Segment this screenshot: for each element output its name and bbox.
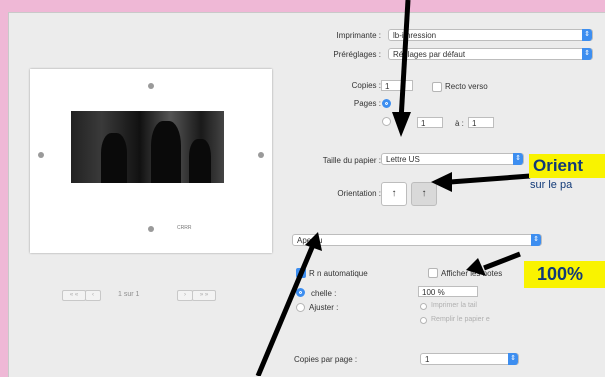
annotation-arrows [255, 0, 531, 376]
callout-orientation-sub: sur le pa [530, 179, 573, 191]
arrow-head-paper [392, 112, 411, 137]
callout-orientation: Orient [529, 154, 605, 178]
arrow-head-orientation [431, 172, 452, 192]
arrow-head-scale [466, 258, 486, 276]
callout-scale: 100% [524, 261, 605, 288]
